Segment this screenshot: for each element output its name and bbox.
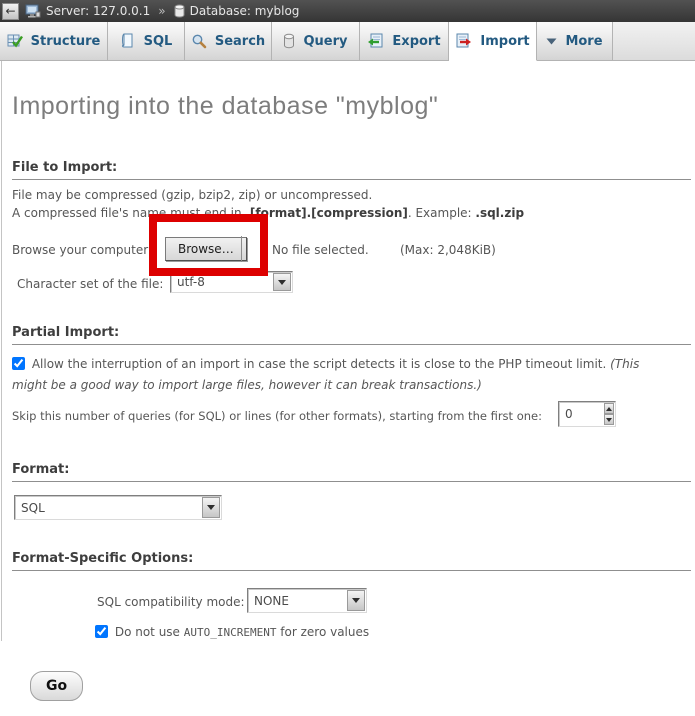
breadcrumb-database[interactable]: Database: myblog bbox=[190, 4, 300, 18]
no-file-selected-text: No file selected. bbox=[272, 241, 369, 259]
browse-label: Browse your computer: bbox=[12, 241, 152, 259]
skip-queries-input[interactable] bbox=[559, 402, 603, 426]
autoinc-row: Do not use AUTO_INCREMENT for zero value… bbox=[95, 623, 369, 642]
autoinc-checkbox[interactable] bbox=[95, 625, 108, 638]
tab-search[interactable]: Search bbox=[185, 22, 272, 61]
naming-rule-format: .[format].[compression] bbox=[245, 206, 407, 220]
tab-sql[interactable]: SQL bbox=[108, 22, 185, 61]
content-left-border bbox=[1, 61, 2, 641]
structure-icon bbox=[7, 33, 23, 49]
back-button[interactable]: ← bbox=[2, 3, 19, 20]
sql-compat-select[interactable]: NONE bbox=[247, 588, 367, 613]
spinner-down-button[interactable] bbox=[604, 414, 615, 425]
breadcrumb-separator: » bbox=[158, 4, 165, 18]
format-selected-value: SQL bbox=[15, 501, 201, 515]
format-select[interactable]: SQL bbox=[14, 495, 222, 520]
tab-label: Search bbox=[215, 34, 265, 49]
tab-label: Query bbox=[303, 34, 347, 49]
allow-interruption-text: Allow the interruption of an import in c… bbox=[32, 357, 610, 371]
compression-info-text: File may be compressed (gzip, bzip2, zip… bbox=[12, 188, 372, 202]
tab-label: SQL bbox=[144, 34, 173, 49]
database-icon bbox=[174, 4, 185, 18]
skip-queries-label: Skip this number of queries (for SQL) or… bbox=[12, 407, 542, 425]
browse-button[interactable]: Browse… bbox=[165, 237, 247, 261]
breadcrumb: Server: 127.0.0.1 » Database: myblog bbox=[25, 4, 299, 18]
export-icon bbox=[367, 33, 384, 49]
dropdown-arrow-icon[interactable] bbox=[273, 273, 291, 291]
phpmyadmin-import-page: ← Server: 127.0.0.1 » Database: myblog bbox=[0, 0, 695, 716]
autoinc-text-prefix: Do not use bbox=[115, 625, 184, 639]
dropdown-arrow-icon[interactable] bbox=[347, 590, 365, 611]
charset-select[interactable]: utf-8 bbox=[170, 271, 293, 293]
sql-compat-label: SQL compatibility mode: bbox=[97, 593, 245, 611]
search-icon bbox=[191, 33, 207, 49]
section-heading-format: Format: bbox=[12, 462, 691, 482]
spinner-icon[interactable] bbox=[604, 403, 615, 425]
tab-import[interactable]: Import bbox=[449, 22, 537, 61]
section-heading-format-specific: Format-Specific Options: bbox=[12, 551, 691, 571]
sql-page-icon bbox=[120, 33, 136, 49]
tab-more[interactable]: More bbox=[537, 22, 613, 61]
tab-query[interactable]: Query bbox=[272, 22, 360, 61]
server-icon bbox=[25, 4, 41, 18]
chevron-down-icon bbox=[546, 38, 557, 45]
charset-selected-value: utf-8 bbox=[171, 275, 272, 289]
file-input-divider bbox=[241, 236, 242, 262]
allow-interruption-row: Allow the interruption of an import in c… bbox=[12, 354, 677, 396]
spinner-up-button[interactable] bbox=[604, 403, 615, 414]
autoinc-text-suffix: for zero values bbox=[276, 625, 369, 639]
naming-rule-example: .sql.zip bbox=[475, 206, 524, 220]
tab-label: Structure bbox=[31, 34, 101, 49]
sql-compat-selected-value: NONE bbox=[248, 594, 346, 608]
page-title: Importing into the database "myblog" bbox=[12, 92, 438, 121]
tab-bar: Structure SQL Search Query bbox=[0, 22, 695, 61]
naming-rule-mid: . Example: bbox=[408, 206, 476, 220]
tab-export[interactable]: Export bbox=[360, 22, 449, 61]
naming-rule-text: A compressed file's name must end in bbox=[12, 206, 245, 220]
dropdown-arrow-icon[interactable] bbox=[202, 497, 220, 518]
max-size-text: (Max: 2,048KiB) bbox=[400, 241, 496, 259]
autoinc-code: AUTO_INCREMENT bbox=[184, 626, 277, 639]
breadcrumb-server[interactable]: Server: 127.0.0.1 bbox=[46, 4, 150, 18]
import-icon bbox=[455, 33, 472, 49]
tab-label: Export bbox=[392, 34, 440, 49]
file-import-description: File may be compressed (gzip, bzip2, zip… bbox=[12, 186, 682, 222]
query-icon bbox=[283, 33, 295, 49]
tab-label: More bbox=[565, 34, 602, 49]
go-button[interactable]: Go bbox=[30, 671, 83, 701]
allow-interruption-checkbox[interactable] bbox=[12, 357, 25, 370]
skip-queries-input-wrap bbox=[558, 401, 616, 427]
section-heading-partial-import: Partial Import: bbox=[12, 325, 691, 345]
tab-label: Import bbox=[480, 34, 529, 49]
section-heading-file-to-import: File to Import: bbox=[12, 160, 691, 180]
charset-label: Character set of the file: bbox=[17, 275, 163, 293]
tab-structure[interactable]: Structure bbox=[0, 22, 108, 61]
tab-bar-filler bbox=[613, 22, 695, 61]
breadcrumb-bar: ← Server: 127.0.0.1 » Database: myblog bbox=[0, 0, 695, 22]
